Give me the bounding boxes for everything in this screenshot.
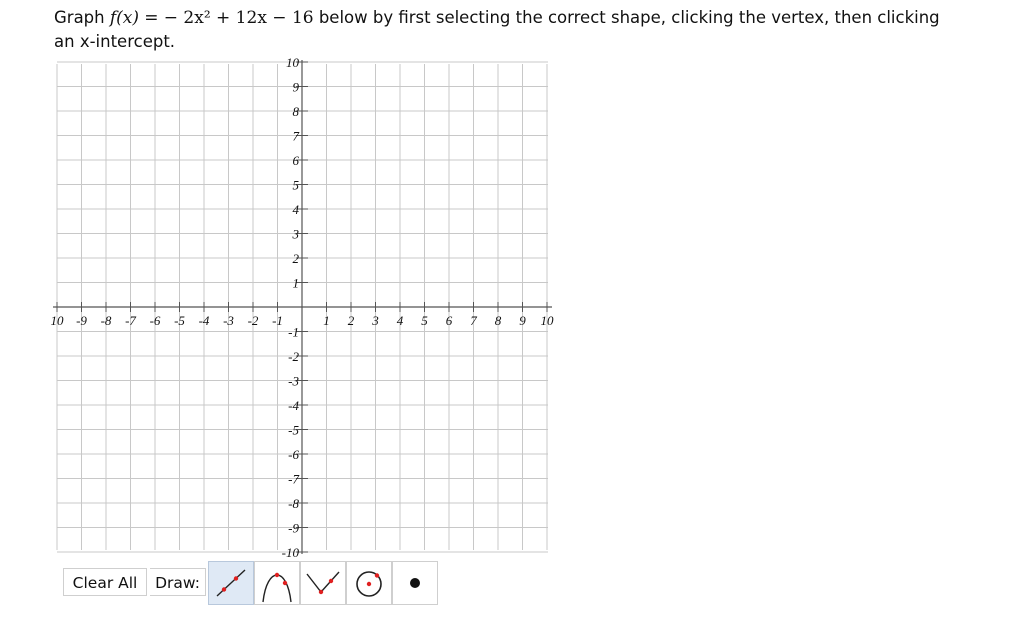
x-tick-label: -6 [150, 313, 161, 328]
x-tick-label: 6 [446, 313, 453, 328]
clear-all-button[interactable]: Clear All [63, 568, 147, 596]
y-tick-label: 2 [293, 251, 300, 266]
y-tick-label: 8 [293, 104, 300, 119]
x-tick-label: 2 [348, 313, 355, 328]
y-tick-label: 1 [293, 276, 300, 291]
x-tick-label: -1 [272, 313, 283, 328]
line-tool-icon [216, 569, 246, 597]
x-tick-label: 9 [519, 313, 526, 328]
absolute-value-tool-icon [306, 571, 340, 595]
x-tick-label: 10 [51, 313, 65, 328]
circle-tool-button[interactable] [346, 561, 392, 605]
x-tick-label: -4 [199, 313, 210, 328]
parabola-tool-button[interactable] [254, 561, 300, 605]
coordinate-graph[interactable]: 10 -9 -8 -7 -6 -5 -4 -3 -2 -1 1 2 3 4 5 6 7 8 9 10 10 9 8 7 6 5 4 3… [0, 0, 1024, 560]
point-tool-button[interactable] [392, 561, 438, 605]
y-tick-label: 4 [293, 202, 300, 217]
x-tick-label: 1 [323, 313, 330, 328]
x-tick-label: 3 [371, 313, 379, 328]
y-tick-label: 10 [286, 55, 300, 70]
y-tick-label: -8 [288, 496, 299, 511]
x-tick-label: -8 [101, 313, 112, 328]
y-tick-label: -5 [288, 423, 299, 438]
x-tick-label: 8 [495, 313, 502, 328]
y-tick-label: -6 [288, 447, 299, 462]
y-tick-label: 3 [292, 227, 300, 242]
y-tick-label: -3 [288, 374, 299, 389]
x-tick-label: -9 [76, 313, 87, 328]
parabola-down-tool-icon [262, 572, 292, 603]
x-tick-label: 10 [541, 313, 555, 328]
x-tick-label: -3 [223, 313, 234, 328]
circle-tool-icon [356, 571, 382, 597]
axes [53, 60, 552, 554]
x-tick-label: -2 [248, 313, 259, 328]
absolute-value-tool-button[interactable] [300, 561, 346, 605]
y-tick-label: -10 [282, 545, 300, 560]
draw-label: Draw: [150, 568, 206, 596]
y-tick-label: 9 [293, 80, 300, 95]
y-tick-label: -9 [288, 521, 299, 536]
y-tick-label: 7 [293, 129, 300, 144]
point-tool-icon [410, 578, 420, 588]
x-tick-label: 4 [397, 313, 404, 328]
x-tick-label: -7 [125, 313, 136, 328]
y-tick-label: -1 [288, 325, 299, 340]
y-tick-label: -2 [288, 349, 299, 364]
line-tool-button[interactable] [208, 561, 254, 605]
y-tick-label: 5 [293, 178, 300, 193]
y-tick-label: -7 [288, 472, 299, 487]
x-tick-label: 5 [421, 313, 428, 328]
x-tick-label: 7 [470, 313, 477, 328]
y-tick-label: 6 [293, 153, 300, 168]
y-tick-label: -4 [288, 398, 299, 413]
x-tick-label: -5 [174, 313, 185, 328]
